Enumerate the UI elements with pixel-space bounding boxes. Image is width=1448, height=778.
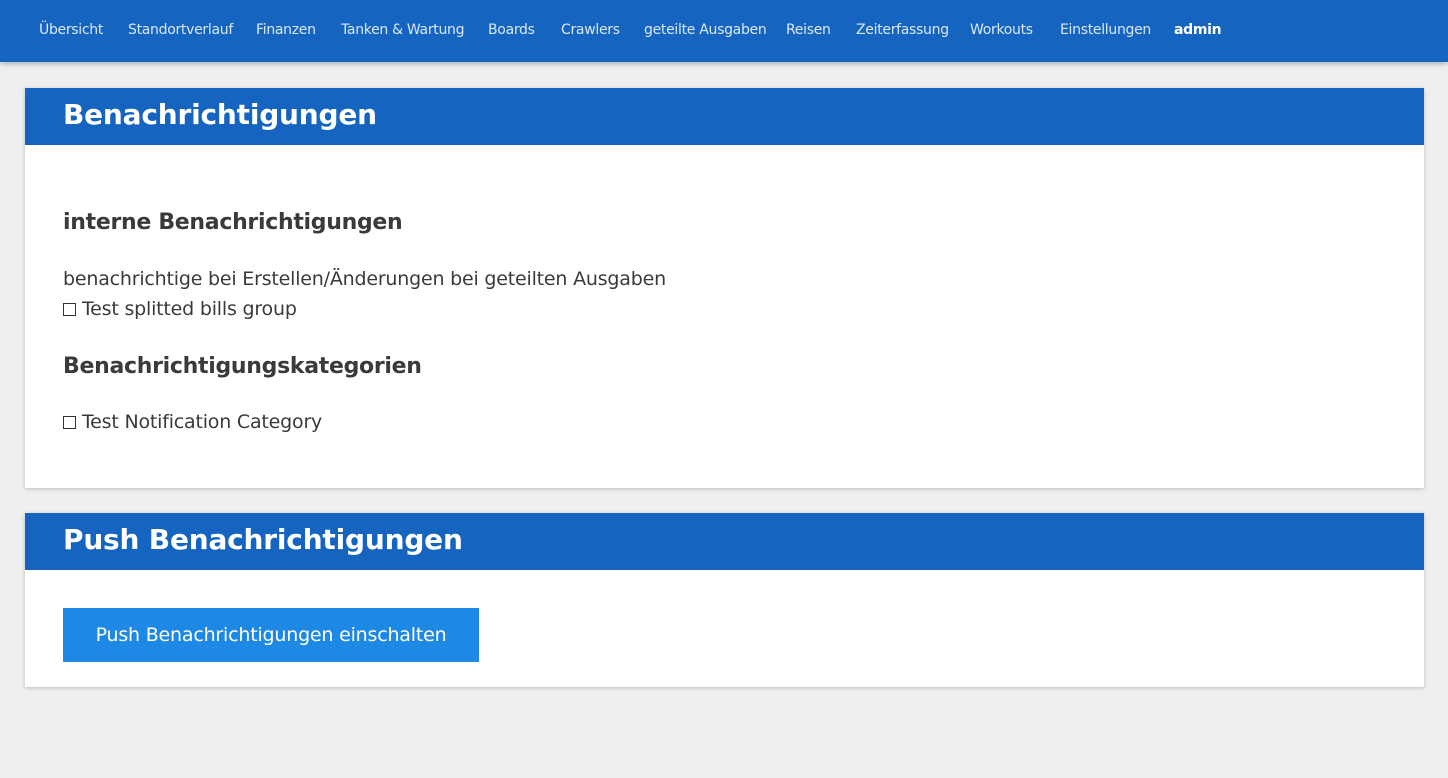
nav-item-zeiterfassung[interactable]: Zeiterfassung [856,22,949,38]
push-notifications-card: Push Benachrichtigungen Push Benachricht… [25,513,1424,687]
push-notifications-title: Push Benachrichtigungen [63,523,463,556]
nav-item-reisen[interactable]: Reisen [786,22,831,38]
splitted-bills-group-label: Test splitted bills group [82,298,297,320]
push-card-header: Push Benachrichtigungen [25,513,1424,570]
nav-item-crawlers[interactable]: Crawlers [561,22,620,38]
internal-notifications-heading: interne Benachrichtigungen [63,210,403,235]
splitted-bills-group-option[interactable]: Test splitted bills group [63,298,297,320]
nav-item-geteilte-ausgaben[interactable]: geteilte Ausgaben [644,22,767,38]
enable-push-notifications-button[interactable]: Push Benachrichtigungen einschalten [63,608,479,662]
nav-item-standortverlauf[interactable]: Standortverlauf [128,22,233,38]
nav-item-admin[interactable]: admin [1174,22,1222,38]
nav-item-tanken-wartung[interactable]: Tanken & Wartung [341,22,465,38]
notifications-title: Benachrichtigungen [63,98,377,131]
nav-item-einstellungen[interactable]: Einstellungen [1060,22,1151,38]
notification-categories-heading: Benachrichtigungskategorien [63,354,422,379]
nav-item-boards[interactable]: Boards [488,22,535,38]
nav-item-workouts[interactable]: Workouts [970,22,1033,38]
top-navigation-bar: Übersicht Standortverlauf Finanzen Tanke… [0,0,1448,62]
notification-category-label: Test Notification Category [82,411,323,433]
nav-item-uebersicht[interactable]: Übersicht [39,22,103,38]
splitted-bills-group-checkbox[interactable] [63,302,76,316]
notification-category-option[interactable]: Test Notification Category [63,411,322,433]
notification-category-checkbox[interactable] [63,415,76,429]
notifications-card-header: Benachrichtigungen [25,88,1424,145]
notifications-card: Benachrichtigungen interne Benachrichtig… [25,88,1424,488]
nav-item-finanzen[interactable]: Finanzen [256,22,316,38]
splitted-bills-description: benachrichtige bei Erstellen/Änderungen … [63,268,666,290]
